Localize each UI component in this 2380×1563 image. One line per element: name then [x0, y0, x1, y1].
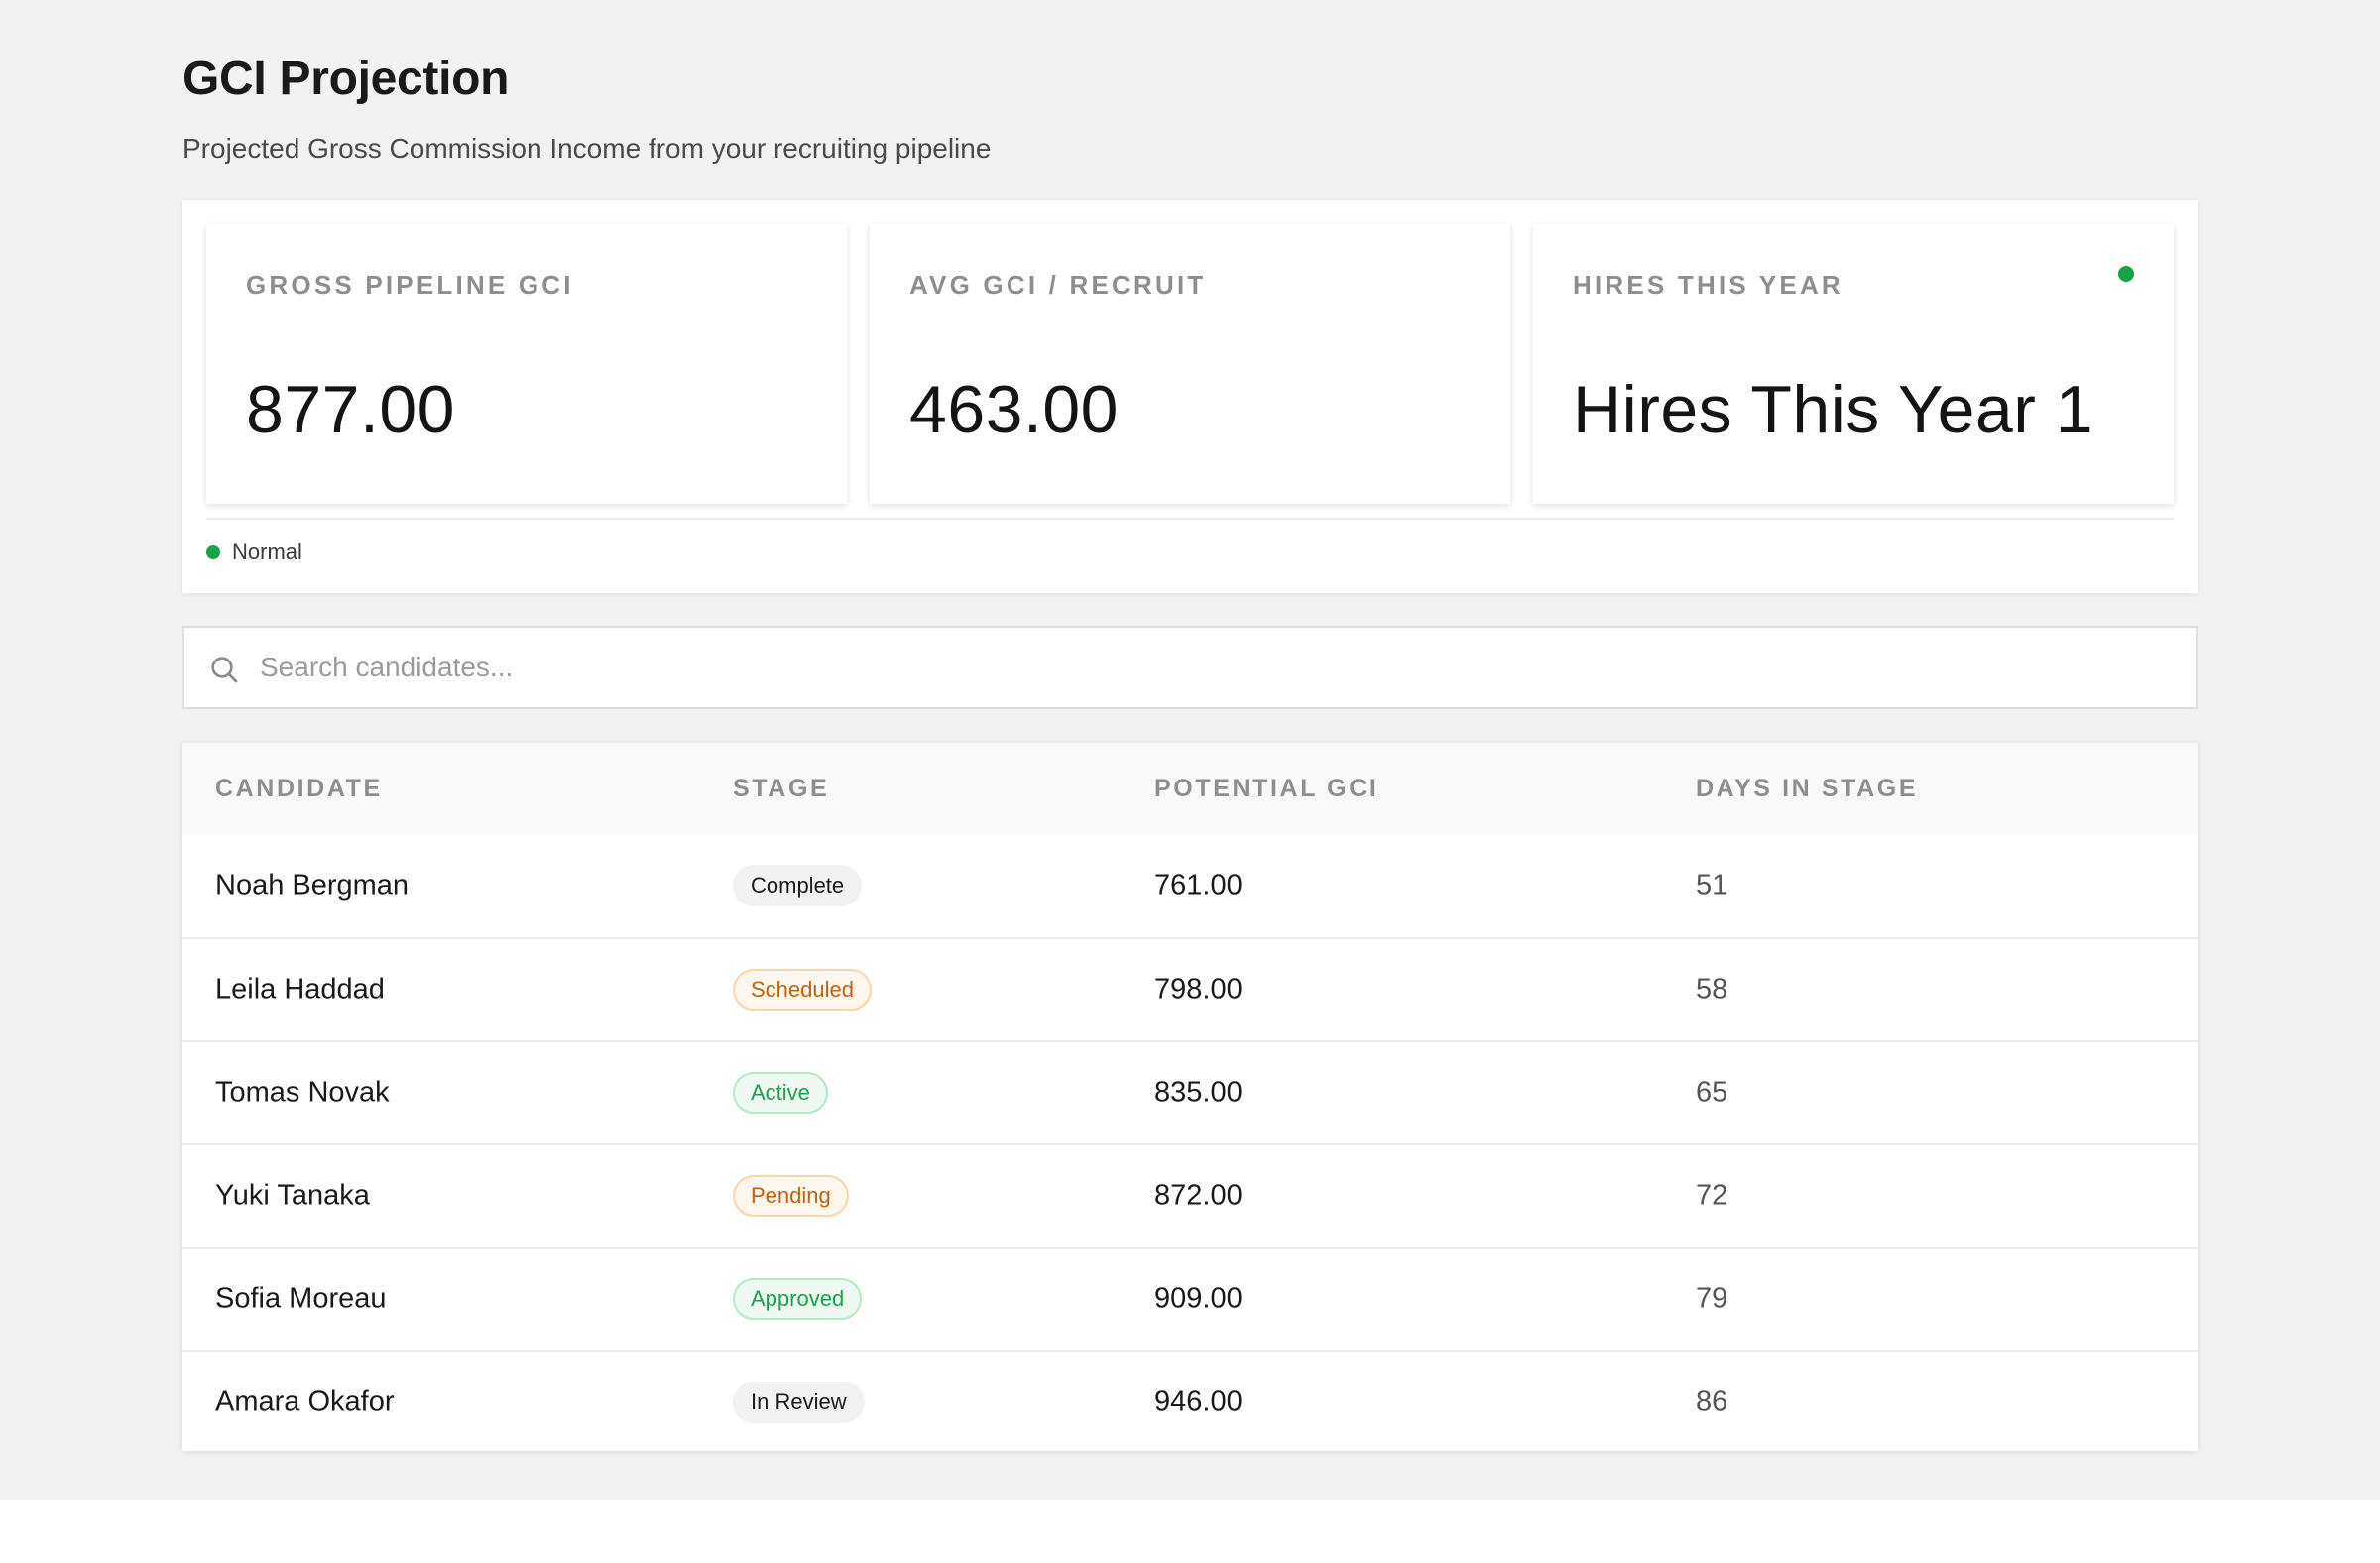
stage-badge: Pending	[733, 1175, 849, 1217]
search-icon	[211, 657, 238, 683]
column-header-days-in-stage[interactable]: DAYS IN STAGE	[1696, 775, 1918, 803]
potential-gci: 946.00	[1154, 1385, 1243, 1418]
potential-gci: 909.00	[1154, 1282, 1243, 1315]
days-in-stage: 58	[1696, 973, 1728, 1006]
candidate-name: Tomas Novak	[215, 1076, 390, 1109]
potential-gci: 798.00	[1154, 973, 1243, 1006]
column-header-candidate[interactable]: CANDIDATE	[215, 775, 383, 803]
candidate-name: Noah Bergman	[215, 869, 410, 902]
metric-value: Hires This Year 1	[1573, 372, 2094, 447]
candidate-name: Yuki Tanaka	[215, 1179, 370, 1212]
stage-cell: Scheduled	[733, 969, 872, 1011]
candidate-name: Sofia Moreau	[215, 1282, 387, 1315]
metric-value: 877.00	[246, 372, 455, 447]
page-subtitle: Projected Gross Commission Income from y…	[182, 133, 992, 164]
days-in-stage: 86	[1696, 1385, 1728, 1418]
divider	[206, 518, 2174, 520]
status-label: Normal	[232, 540, 302, 564]
table-row[interactable]: Noah Bergman Complete 761.00 51	[182, 834, 2198, 937]
page-title: GCI Projection	[182, 53, 510, 105]
candidate-name: Leila Haddad	[215, 973, 385, 1006]
table-row[interactable]: Tomas Novak Active 835.00 65	[182, 1040, 2198, 1143]
candidates-table: CANDIDATE STAGE POTENTIAL GCI DAYS IN ST…	[182, 743, 2198, 1451]
metric-card-hires-this-year: HIRES THIS YEAR Hires This Year 1	[1533, 224, 2174, 504]
metric-label: GROSS PIPELINE GCI	[246, 270, 574, 300]
metric-label: HIRES THIS YEAR	[1573, 270, 1844, 300]
status-dot-icon	[2118, 266, 2134, 282]
stage-cell: Approved	[733, 1278, 863, 1320]
status-indicator: Normal	[206, 540, 302, 565]
metrics-panel: GROSS PIPELINE GCI 877.00 AVG GCI / RECR…	[182, 200, 2198, 593]
days-in-stage: 72	[1696, 1179, 1728, 1212]
search-input[interactable]	[260, 628, 2174, 707]
stage-badge: Scheduled	[733, 969, 872, 1011]
page-background: GCI Projection Projected Gross Commissio…	[0, 0, 2380, 1500]
potential-gci: 835.00	[1154, 1076, 1243, 1109]
stage-cell: In Review	[733, 1382, 865, 1423]
metric-value: 463.00	[909, 372, 1119, 447]
metric-card-gross-pipeline-gci: GROSS PIPELINE GCI 877.00	[206, 224, 847, 504]
table-row[interactable]: Amara Okafor In Review 946.00 86	[182, 1350, 2198, 1453]
metric-card-avg-gci-per-recruit: AVG GCI / RECRUIT 463.00	[870, 224, 1510, 504]
stage-cell: Complete	[733, 865, 863, 906]
days-in-stage: 65	[1696, 1076, 1728, 1109]
days-in-stage: 51	[1696, 869, 1728, 902]
stage-cell: Pending	[733, 1175, 849, 1217]
column-header-stage[interactable]: STAGE	[733, 775, 829, 803]
column-header-potential-gci[interactable]: POTENTIAL GCI	[1154, 775, 1378, 803]
potential-gci: 872.00	[1154, 1179, 1243, 1212]
days-in-stage: 79	[1696, 1282, 1728, 1315]
status-dot-icon	[206, 545, 220, 559]
stage-badge: In Review	[733, 1382, 865, 1423]
stage-badge: Complete	[733, 865, 863, 906]
metric-label: AVG GCI / RECRUIT	[909, 270, 1207, 300]
table-row[interactable]: Yuki Tanaka Pending 872.00 72	[182, 1143, 2198, 1247]
potential-gci: 761.00	[1154, 869, 1243, 902]
stage-badge: Approved	[733, 1278, 863, 1320]
table-row[interactable]: Leila Haddad Scheduled 798.00 58	[182, 937, 2198, 1040]
table-header: CANDIDATE STAGE POTENTIAL GCI DAYS IN ST…	[182, 743, 2198, 834]
stage-cell: Active	[733, 1072, 828, 1114]
stage-badge: Active	[733, 1072, 828, 1114]
candidate-name: Amara Okafor	[215, 1385, 395, 1418]
table-row[interactable]: Sofia Moreau Approved 909.00 79	[182, 1247, 2198, 1350]
search-box[interactable]	[182, 626, 2198, 709]
